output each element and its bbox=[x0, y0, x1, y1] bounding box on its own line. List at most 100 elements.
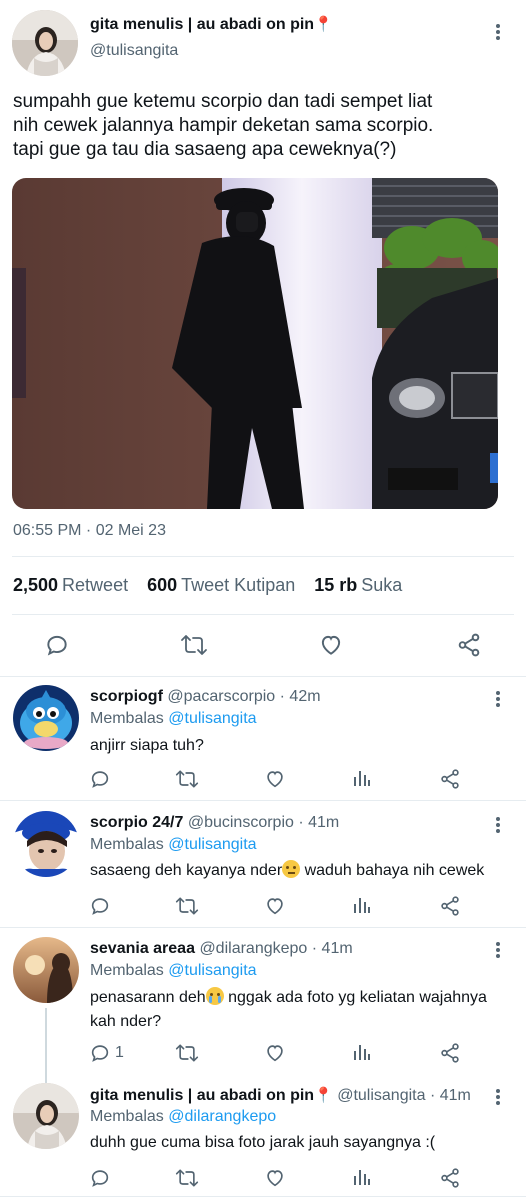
replying-to-handle[interactable]: @tulisangita bbox=[168, 710, 256, 727]
like-label: Suka bbox=[361, 575, 403, 595]
tweet-text-line: nih cewek jalannya hampir deketan sama s… bbox=[13, 115, 434, 136]
author-name[interactable]: gita menulis | au abadi on pin📍 bbox=[90, 15, 333, 34]
reply-actions bbox=[0, 895, 526, 921]
main-tweet-actions bbox=[0, 628, 526, 664]
pin-emoji: 📍 bbox=[314, 1087, 333, 1104]
like-stat[interactable]: 15 rb Suka bbox=[314, 575, 416, 595]
divider bbox=[12, 556, 514, 557]
heart-icon[interactable] bbox=[264, 1042, 286, 1064]
reply-author-handle: @bucinscorpio bbox=[187, 814, 294, 831]
author-avatar[interactable] bbox=[12, 10, 78, 76]
like-count: 15 rb bbox=[314, 575, 358, 595]
reply-author[interactable]: gita menulis | au abadi on pin📍 @tulisan… bbox=[90, 1086, 471, 1105]
reply-author-handle: @dilarangkepo bbox=[199, 940, 308, 957]
more-icon[interactable] bbox=[491, 689, 505, 709]
analytics-icon[interactable] bbox=[352, 895, 372, 915]
reply-time: · 41m bbox=[311, 940, 353, 957]
reply-avatar[interactable] bbox=[13, 1083, 79, 1149]
main-tweet-header: gita menulis | au abadi on pin📍 @tulisan… bbox=[0, 0, 526, 90]
tweet-text-line: sumpahh gue ketemu scorpio dan tadi semp… bbox=[13, 91, 433, 112]
heart-icon[interactable] bbox=[264, 1167, 286, 1189]
reply-avatar[interactable] bbox=[13, 811, 79, 877]
reply-icon[interactable]: 1 bbox=[89, 1042, 124, 1064]
heart-icon[interactable] bbox=[264, 895, 286, 917]
quote-stat[interactable]: 600 Tweet Kutipan bbox=[147, 575, 309, 595]
reply-icon[interactable] bbox=[89, 1167, 111, 1189]
reply-text-part: nggak ada foto yg keliatan wajahnya bbox=[223, 989, 487, 1006]
reply-text-part: waduh bahaya nih cewek bbox=[300, 862, 485, 879]
more-icon[interactable] bbox=[491, 1087, 505, 1107]
reply-author-name: gita menulis | au abadi on pin bbox=[90, 1087, 315, 1104]
retweet-stat[interactable]: 2,500 Retweet bbox=[13, 575, 142, 595]
replying-prefix: Membalas bbox=[90, 836, 164, 853]
reply-author-handle: @pacarscorpio bbox=[167, 688, 276, 705]
reply-time: · 41m bbox=[429, 1087, 471, 1104]
more-icon[interactable] bbox=[491, 815, 505, 835]
heart-icon[interactable] bbox=[318, 632, 344, 658]
reply-text-part: sasaeng deh kayanya nder bbox=[90, 862, 283, 879]
reply-text-line: kah nder? bbox=[90, 1013, 162, 1030]
divider bbox=[12, 614, 514, 615]
reply-text: anjirr siapa tuh? bbox=[90, 737, 204, 754]
author-name-text: gita menulis | au abadi on pin bbox=[90, 16, 315, 33]
reply-avatar[interactable] bbox=[13, 937, 79, 1003]
divider bbox=[0, 676, 526, 677]
analytics-icon[interactable] bbox=[352, 1167, 372, 1187]
quote-label: Tweet Kutipan bbox=[181, 575, 296, 595]
replying-to-handle[interactable]: @tulisangita bbox=[168, 962, 256, 979]
reply-actions bbox=[0, 1167, 526, 1193]
reply-text: duhh gue cuma bisa foto jarak jauh sayan… bbox=[90, 1134, 436, 1151]
replying-prefix: Membalas bbox=[90, 710, 164, 727]
author-handle[interactable]: @tulisangita bbox=[90, 42, 178, 60]
replying-to-handle[interactable]: @tulisangita bbox=[168, 836, 256, 853]
analytics-icon[interactable] bbox=[352, 1042, 372, 1062]
divider bbox=[0, 927, 526, 928]
reply-author-name: scorpio 24/7 bbox=[90, 814, 184, 831]
crying-emoji bbox=[205, 987, 224, 1005]
reply-avatar[interactable] bbox=[13, 685, 79, 751]
tweet-stats: 2,500 Retweet 600 Tweet Kutipan 15 rb Suka bbox=[13, 575, 416, 596]
retweet-icon[interactable] bbox=[175, 1167, 199, 1189]
tweet-timestamp[interactable]: 06:55 PM · 02 Mei 23 bbox=[13, 522, 166, 540]
reply-text: penasarann deh nggak ada foto yg keliata… bbox=[90, 986, 510, 1034]
more-icon[interactable] bbox=[491, 22, 505, 42]
reply-icon[interactable] bbox=[89, 768, 111, 790]
replying-prefix: Membalas bbox=[90, 1108, 164, 1125]
divider bbox=[0, 1196, 526, 1197]
retweet-icon[interactable] bbox=[175, 895, 199, 917]
retweet-icon[interactable] bbox=[175, 768, 199, 790]
reply-actions: 1 bbox=[0, 1042, 526, 1068]
share-icon[interactable] bbox=[439, 895, 461, 917]
reply-author-name: scorpiogf bbox=[90, 688, 163, 705]
tweet-text-line: tapi gue ga tau dia sasaeng apa ceweknya… bbox=[13, 139, 397, 160]
reply-time: · 42m bbox=[279, 688, 321, 705]
share-icon[interactable] bbox=[439, 1167, 461, 1189]
reply-icon[interactable] bbox=[44, 632, 70, 658]
reply-author[interactable]: scorpio 24/7 @bucinscorpio · 41m bbox=[90, 814, 339, 832]
reply-author[interactable]: sevania areaa @dilarangkepo · 41m bbox=[90, 940, 353, 958]
share-icon[interactable] bbox=[439, 768, 461, 790]
replying-to: Membalas @tulisangita bbox=[90, 710, 257, 728]
replying-to-handle[interactable]: @dilarangkepo bbox=[168, 1108, 276, 1125]
analytics-icon[interactable] bbox=[352, 768, 372, 788]
reply-icon[interactable] bbox=[89, 895, 111, 917]
replying-to: Membalas @tulisangita bbox=[90, 836, 257, 854]
reply-actions bbox=[0, 768, 526, 794]
replying-prefix: Membalas bbox=[90, 962, 164, 979]
reply-author-handle: @tulisangita bbox=[337, 1087, 426, 1104]
thinking-emoji bbox=[282, 860, 301, 878]
tweet-photo[interactable] bbox=[12, 178, 498, 509]
quote-count: 600 bbox=[147, 575, 178, 595]
more-icon[interactable] bbox=[491, 940, 505, 960]
replying-to: Membalas @tulisangita bbox=[90, 962, 257, 980]
retweet-label: Retweet bbox=[62, 575, 129, 595]
retweet-count: 2,500 bbox=[13, 575, 59, 595]
reply-author[interactable]: scorpiogf @pacarscorpio · 42m bbox=[90, 688, 321, 706]
reply-text-part: penasarann deh bbox=[90, 989, 206, 1006]
retweet-icon[interactable] bbox=[180, 632, 208, 658]
share-icon[interactable] bbox=[439, 1042, 461, 1064]
share-icon[interactable] bbox=[456, 632, 482, 658]
reply-count: 1 bbox=[115, 1044, 124, 1061]
retweet-icon[interactable] bbox=[175, 1042, 199, 1064]
heart-icon[interactable] bbox=[264, 768, 286, 790]
